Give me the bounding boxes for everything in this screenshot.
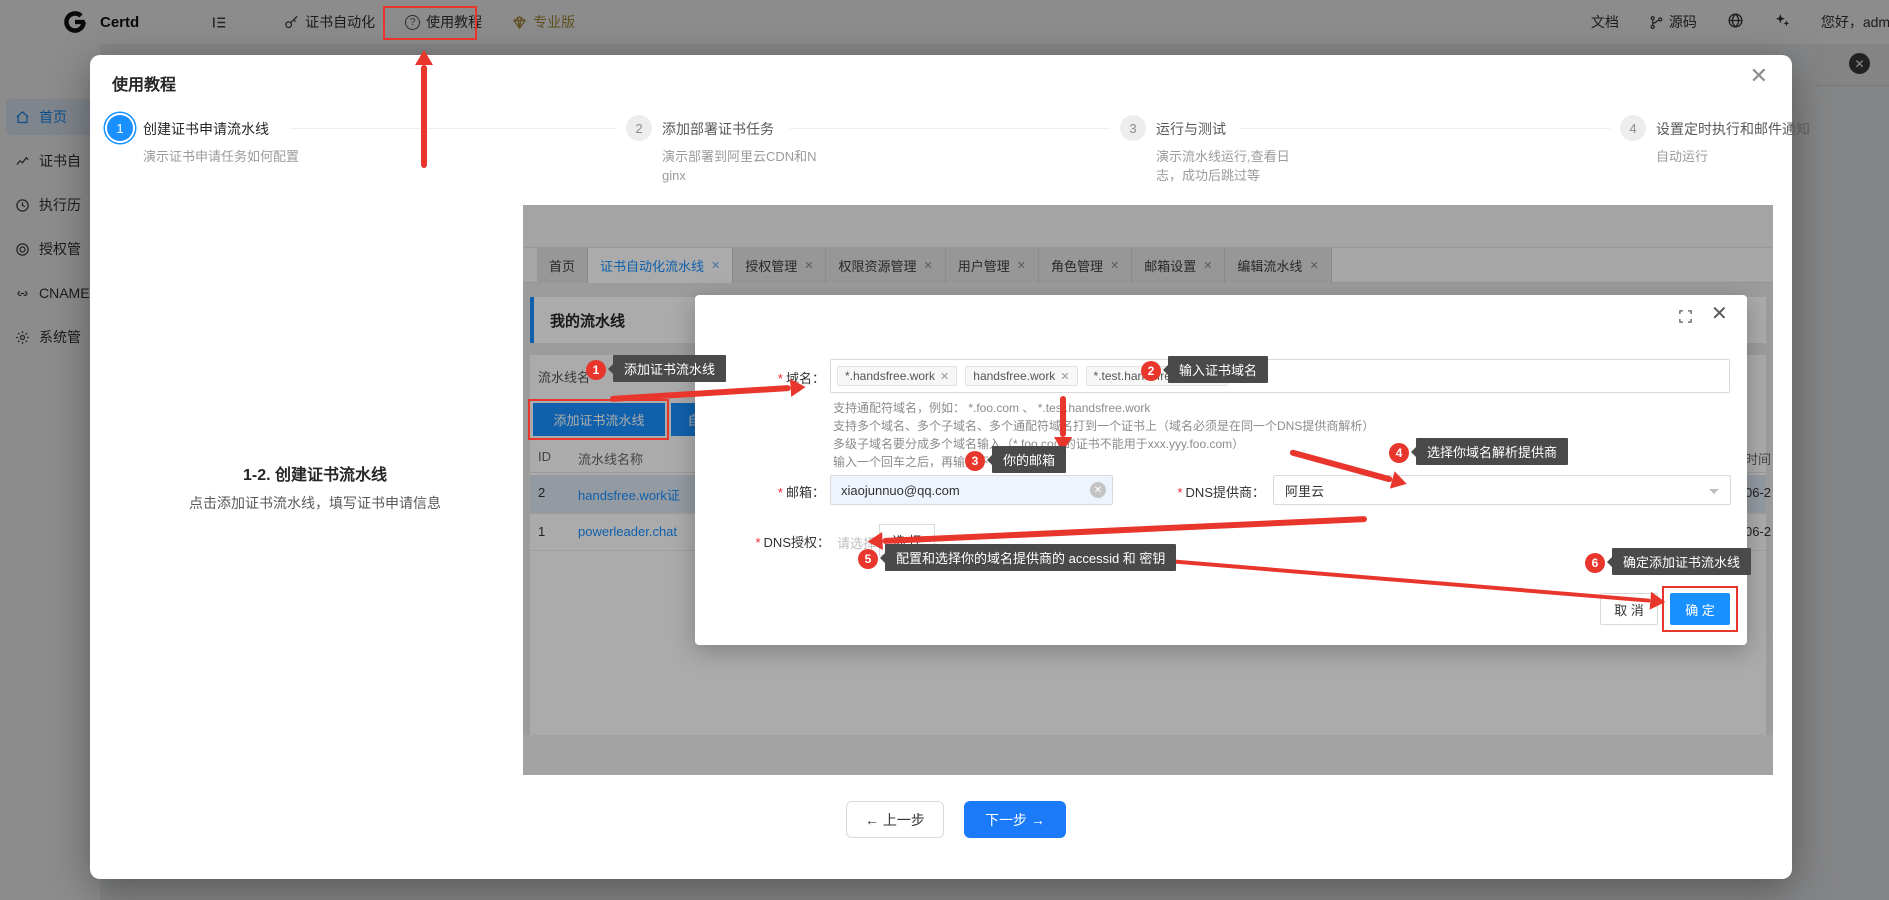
- step-desc: 演示证书申请任务如何配置: [143, 147, 301, 166]
- domain-tag[interactable]: handsfree.work✕: [965, 366, 1077, 386]
- dialog-close-icon[interactable]: ✕: [1750, 63, 1768, 89]
- tutorial-screenshot: 首页 证书自动化流水线✕ 授权管理✕ 权限资源管理✕ 用户管理✕ 角色管理✕ 邮…: [523, 205, 1773, 775]
- domain-help-text: 支持通配符域名，例如： *.foo.com 、 *.test.handsfree…: [833, 399, 1374, 471]
- step-2: 2 添加部署证书任务 演示部署到阿里云CDN和Nginx: [626, 115, 820, 185]
- cancel-button[interactable]: 取 消: [1600, 593, 1658, 625]
- tutorial-step-heading: 1-2. 创建证书流水线: [150, 461, 480, 485]
- step-number: 2: [626, 115, 652, 141]
- next-step-button[interactable]: 下一步 →: [964, 801, 1066, 838]
- annotation-tip-6: 确定添加证书流水线: [1612, 548, 1751, 575]
- clear-input-icon[interactable]: ✕: [1090, 482, 1106, 498]
- step-number: 1: [107, 115, 133, 141]
- step-label: 设置定时执行和邮件通知: [1656, 119, 1814, 139]
- step-label: 添加部署证书任务: [662, 119, 820, 139]
- step-desc: 演示部署到阿里云CDN和Nginx: [662, 147, 820, 185]
- step-connector: [790, 128, 1110, 129]
- email-label: *邮箱：: [735, 482, 825, 501]
- step-3: 3 运行与测试 演示流水线运行,查看日志，成功后跳过等: [1120, 115, 1314, 185]
- step-label: 创建证书申请流水线: [143, 119, 301, 139]
- step-connector: [1240, 128, 1610, 129]
- step-number: 4: [1620, 115, 1646, 141]
- step-desc: 自动运行: [1656, 147, 1814, 166]
- dialog-title: 使用教程: [112, 71, 176, 95]
- annotation-tip-1: 添加证书流水线: [613, 355, 726, 382]
- tutorial-dialog: 使用教程 ✕ 1 创建证书申请流水线 演示证书申请任务如何配置 2 添加部署证书…: [90, 55, 1792, 879]
- dns-auth-label: *DNS授权：: [735, 532, 830, 551]
- step-4: 4 设置定时执行和邮件通知 自动运行: [1620, 115, 1814, 166]
- annotation-tip-3: 你的邮箱: [992, 446, 1066, 473]
- previous-step-button[interactable]: ← 上一步: [846, 801, 944, 838]
- dns-provider-select[interactable]: 阿里云: [1273, 475, 1731, 505]
- tutorial-step-description: 点击添加证书流水线，填写证书申请信息: [130, 493, 500, 513]
- tutorial-footer: ← 上一步 下一步 →: [846, 801, 1066, 838]
- step-desc: 演示流水线运行,查看日志，成功后跳过等: [1156, 147, 1314, 185]
- chevron-down-icon: [1709, 489, 1719, 494]
- email-field[interactable]: [830, 475, 1113, 505]
- step-connector: [290, 128, 616, 129]
- domain-tag[interactable]: *.handsfree.work✕: [837, 366, 957, 386]
- domain-tags-input[interactable]: *.handsfree.work✕ handsfree.work✕ *.test…: [830, 359, 1730, 393]
- annotation-tip-5: 配置和选择你的域名提供商的 accessid 和 密钥: [885, 544, 1176, 571]
- add-pipeline-modal: ✕ *域名： *.handsfree.work✕ handsfree.work✕…: [695, 295, 1747, 645]
- fullscreen-icon[interactable]: [1678, 309, 1693, 329]
- annotation-badge-6: 6: [1585, 553, 1605, 573]
- annotation-badge-4: 4: [1389, 443, 1409, 463]
- dns-provider-label: *DNS提供商：: [1150, 482, 1265, 501]
- domain-label: *域名：: [735, 368, 825, 387]
- annotation-badge-1: 1: [586, 360, 606, 380]
- step-label: 运行与测试: [1156, 119, 1314, 139]
- confirm-button[interactable]: 确 定: [1670, 593, 1730, 625]
- step-1: 1 创建证书申请流水线 演示证书申请任务如何配置: [107, 115, 301, 166]
- tag-close-icon[interactable]: ✕: [1060, 370, 1069, 383]
- annotation-badge-2: 2: [1141, 361, 1161, 381]
- annotation-badge-5: 5: [858, 549, 878, 569]
- annotation-tip-4: 选择你域名解析提供商: [1416, 438, 1568, 465]
- annotation-tip-2: 输入证书域名: [1168, 356, 1268, 383]
- annotation-badge-3: 3: [965, 451, 985, 471]
- tag-close-icon[interactable]: ✕: [940, 370, 949, 383]
- modal-close-icon[interactable]: ✕: [1711, 301, 1728, 326]
- step-number: 3: [1120, 115, 1146, 141]
